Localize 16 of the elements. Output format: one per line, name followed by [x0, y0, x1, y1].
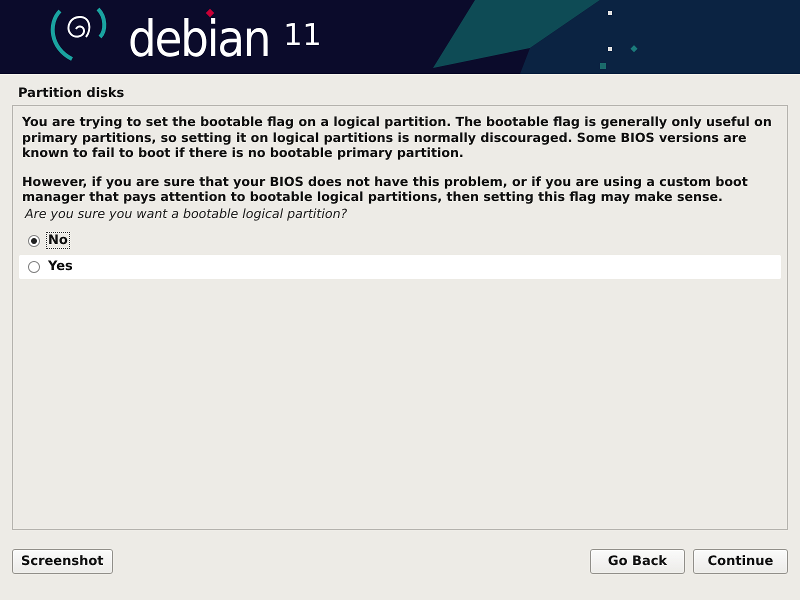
option-label: No	[46, 232, 70, 249]
version-label: 11	[283, 17, 322, 55]
message-text: You are trying to set the bootable flag on a logical partition. The bootable flag is generally only useful on primary partitions, so setting it on logical partitions is normally discouraged. Some BIOS versions are known to fail to boot if there is no bootable primary partition.	[22, 114, 773, 160]
dialog-button[interactable]: Continue	[693, 549, 788, 574]
radio-button[interactable]	[28, 260, 40, 272]
radio-option[interactable]: No	[19, 228, 781, 252]
radio-button[interactable]	[28, 234, 40, 246]
dialog-button[interactable]: Screenshot	[12, 549, 113, 574]
question-text: Are you sure you want a bootable logical partition?	[25, 206, 348, 220]
radio-option[interactable]: Yes	[19, 254, 781, 278]
page-title: Partition disks	[17, 85, 126, 103]
option-label: Yes	[47, 258, 74, 275]
diamond-icon	[205, 8, 215, 18]
brand-name: debian	[128, 18, 270, 60]
message-text: However, if you are sure that your BIOS does not have this problem, or if you are using a custom boot manager that pays attention to bootable logical partitions, then setting this flag may make sense.	[22, 174, 749, 204]
dialog-button[interactable]: Go Back	[590, 549, 685, 574]
